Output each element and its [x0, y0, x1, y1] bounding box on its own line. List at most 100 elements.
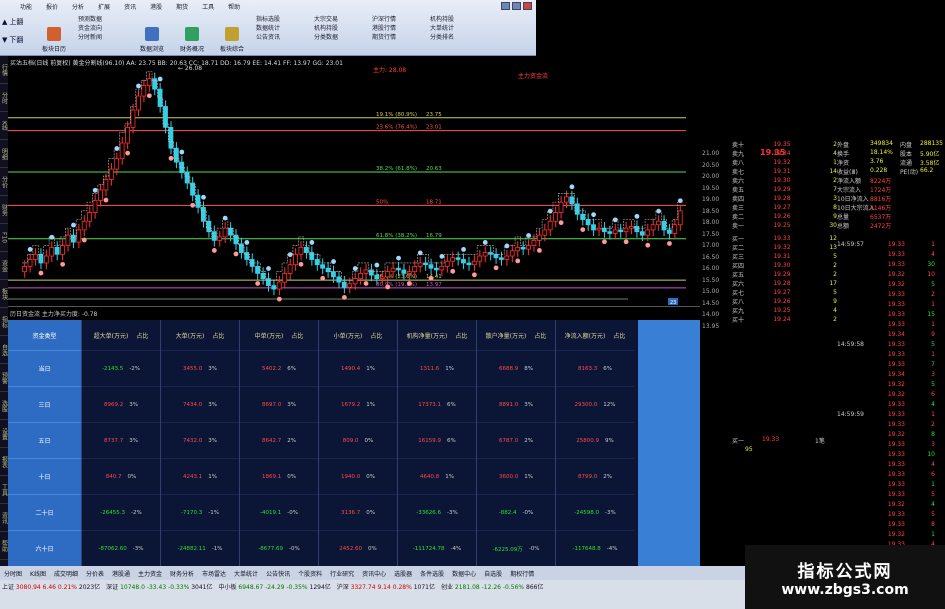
bottom-tab[interactable]: 资讯中心 — [362, 569, 386, 578]
bottom-tab[interactable]: 期权行情 — [510, 569, 534, 578]
toolbar-link[interactable]: 期货行情 — [372, 32, 422, 41]
orderbook-volume: 12 — [829, 235, 837, 242]
page-up-label: 上翻 — [9, 18, 24, 26]
bottom-tab[interactable]: 选股器 — [394, 569, 412, 578]
price-axis-tick: 20.50 — [702, 161, 720, 169]
toolbar-link[interactable]: 公告资讯 — [256, 32, 306, 41]
left-tab[interactable]: 预警 — [0, 364, 8, 392]
index-quote[interactable]: 上证 3080.94 6.46 0.21% 2023亿 — [2, 582, 100, 591]
orderbook-sell-row: 卖七 19.31 14 — [730, 167, 837, 176]
toolbar-button-calendar[interactable]: 板块日历 — [34, 12, 74, 56]
index-change: 9.14 — [377, 583, 393, 591]
left-tab[interactable]: K线 — [0, 112, 8, 140]
toolbar-link[interactable]: 资金流向 — [78, 23, 128, 32]
menu-item[interactable]: 扩展 — [98, 2, 110, 11]
toolbar-link[interactable]: 大单统计 — [430, 23, 480, 32]
signal-marker-red — [146, 93, 152, 99]
bottom-tab[interactable]: 数据中心 — [452, 569, 476, 578]
menu-item[interactable]: 报价 — [46, 2, 58, 11]
menu-item[interactable]: 资讯 — [124, 2, 136, 11]
bottom-tab[interactable]: 行业研究 — [330, 569, 354, 578]
bottom-tab[interactable]: 公告快讯 — [266, 569, 290, 578]
kline-chart[interactable]: 19.1% (80.9%) 23.75 23.6% (76.4%) 23.01 38.2… — [8, 56, 698, 306]
menu-item[interactable]: 分析 — [72, 2, 84, 11]
orderbook-buy-row: 买五 19.29 2 — [730, 270, 837, 279]
left-tab[interactable]: 板块 — [0, 280, 8, 308]
left-tab[interactable]: 分价 — [0, 168, 8, 196]
menu-item[interactable]: 帮助 — [228, 2, 240, 11]
left-tab[interactable]: 分时 — [0, 84, 8, 112]
index-change: -24.29 — [265, 583, 287, 591]
toolbar-link[interactable]: 预测数据 — [78, 14, 128, 23]
left-tab[interactable]: 资讯 — [0, 504, 8, 532]
signal-marker-red — [667, 241, 672, 246]
candle-body — [141, 85, 147, 97]
bottom-tab[interactable]: 个股资料 — [298, 569, 322, 578]
menu-item[interactable]: 工具 — [202, 2, 214, 11]
candle-body — [238, 243, 244, 253]
bottom-tab[interactable]: 分价表 — [86, 569, 104, 578]
bottom-tab[interactable]: 主力资金 — [138, 569, 162, 578]
bottom-tab[interactable]: 财务分析 — [170, 569, 194, 578]
bottom-tab[interactable]: 成交明细 — [54, 569, 78, 578]
left-tab[interactable]: 行情 — [0, 56, 8, 84]
bottom-tab[interactable]: 自选股 — [484, 569, 502, 578]
bottom-tab[interactable]: 市场雷达 — [202, 569, 226, 578]
toolbar-link[interactable]: 分时新闻 — [78, 32, 128, 41]
close-button[interactable] — [523, 2, 532, 10]
toolbar-link[interactable]: 港股行情 — [372, 23, 422, 32]
orderbook-price: 19.27 — [773, 289, 791, 296]
flow-cell-value: 7432.0 — [183, 437, 203, 444]
menu-item[interactable]: 港股 — [150, 2, 162, 11]
page-up-button[interactable]: ▲ 上翻 — [2, 14, 32, 30]
toolbar-link[interactable]: 分类排名 — [430, 32, 480, 41]
left-tab[interactable]: 资金 — [0, 252, 8, 280]
toolbar-button-finance[interactable]: 财务概况 — [172, 12, 212, 56]
left-tab[interactable]: 工具 — [0, 476, 8, 504]
toolbar-link[interactable]: 数据统计 — [256, 23, 306, 32]
tick-row: 14:59:58 19.33 5 — [837, 341, 945, 351]
toolbar-link[interactable]: 大宗交易 — [314, 14, 364, 23]
toolbar-link[interactable]: 指标选股 — [256, 14, 306, 23]
toolbar-link[interactable]: 机构持股 — [314, 23, 364, 32]
left-tab[interactable]: 报表 — [0, 448, 8, 476]
menu-item[interactable]: 期货 — [176, 2, 188, 11]
minimize-button[interactable] — [501, 2, 510, 10]
tick-row: 19.33 1 — [837, 351, 945, 361]
bottom-tab[interactable]: 条件选股 — [420, 569, 444, 578]
flow-cell-value: 4640.8 — [420, 473, 440, 480]
maximize-button[interactable] — [512, 2, 521, 10]
flow-row-label: 五日 — [8, 422, 81, 458]
toolbar-link[interactable]: 分类数据 — [314, 32, 364, 41]
page-down-button[interactable]: ▼ 下翻 — [2, 32, 32, 48]
bottom-tab[interactable]: 港股通 — [112, 569, 130, 578]
toolbar-button-data[interactable]: 数据浏览 — [132, 12, 172, 56]
toolbar-link[interactable]: 沪深行情 — [372, 14, 422, 23]
toolbar-link[interactable]: 机构持股 — [430, 14, 480, 23]
tick-volume: 6 — [931, 471, 935, 478]
left-tab[interactable]: 选股 — [0, 392, 8, 420]
toolbar-button-sector[interactable]: 板块综合 — [212, 12, 252, 56]
orderbook-volume: 9 — [833, 298, 837, 305]
left-tab[interactable]: 设置 — [0, 420, 8, 448]
menu-item[interactable]: 功能 — [20, 2, 32, 11]
signal-marker-red — [406, 281, 412, 286]
left-tab[interactable]: F10 — [0, 224, 8, 252]
flow-cell-value: -87062.60 — [98, 545, 127, 552]
left-tab[interactable]: 财务 — [0, 196, 8, 224]
index-quote[interactable]: 中小板 6948.67 -24.29 -0.35% 1294亿 — [218, 582, 330, 591]
candle-body — [569, 196, 575, 205]
flow-column: 机构净量(万元) 占比 1311.6 1% 17373.1 6% 16159.9 6% 4640… — [397, 320, 476, 566]
bottom-tab[interactable]: K线图 — [30, 569, 46, 578]
left-tab[interactable]: 明细 — [0, 140, 8, 168]
flow-cell-percent: -4% — [606, 545, 618, 552]
index-quote[interactable]: 沪深 3327.74 9.14 0.28% 1071亿 — [337, 582, 435, 591]
bottom-tab[interactable]: 分时图 — [4, 569, 22, 578]
left-tab[interactable]: 帮助 — [0, 532, 8, 560]
left-tab[interactable]: 自选 — [0, 336, 8, 364]
index-quote[interactable]: 创业 2181.08 -12.26 -0.56% 866亿 — [441, 582, 543, 591]
left-tab[interactable]: 指标 — [0, 308, 8, 336]
fib-value: 14.41 — [426, 274, 442, 280]
index-quote[interactable]: 深证 10748.0 -33.43 -0.33% 3041亿 — [106, 582, 212, 591]
bottom-tab[interactable]: 大单统计 — [234, 569, 258, 578]
